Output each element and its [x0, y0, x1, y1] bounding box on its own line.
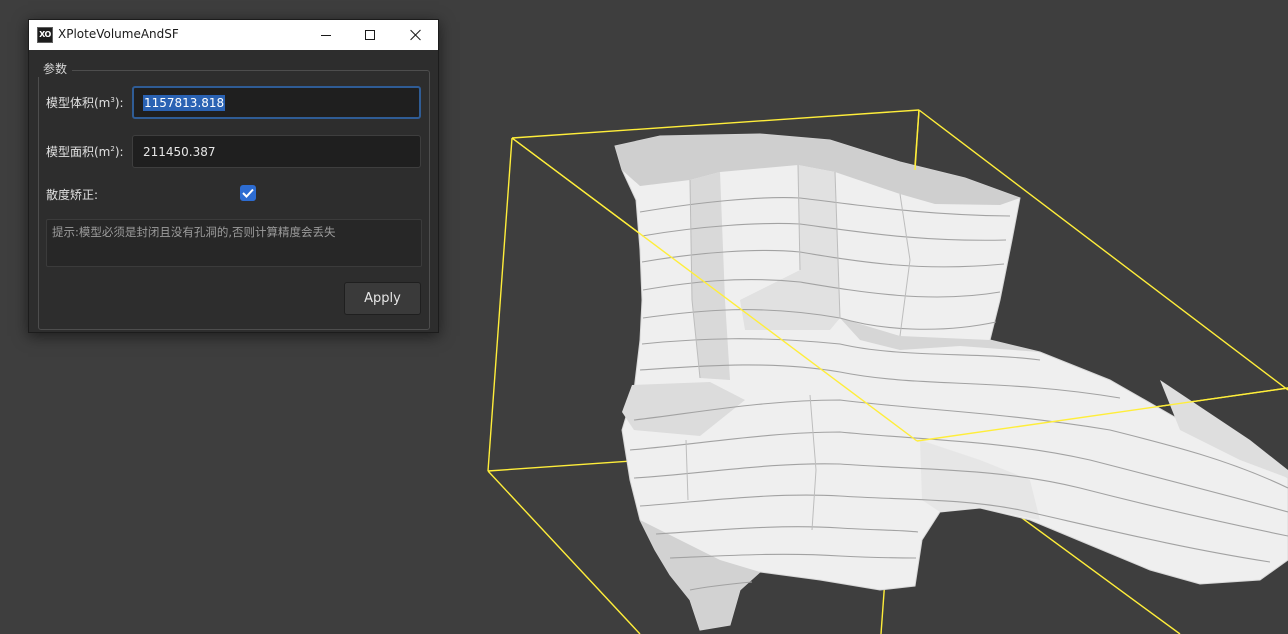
maximize-button[interactable] — [348, 20, 392, 50]
volume-value[interactable]: 1157813.818 — [143, 95, 226, 111]
close-button[interactable] — [394, 20, 438, 50]
window-title: XPloteVolumeAndSF — [58, 27, 179, 41]
dialog-window: XO XPloteVolumeAndSF 参数 模型体积(m3): 115781… — [28, 19, 439, 333]
area-label-text: 模型面积(m — [46, 145, 111, 159]
apply-button[interactable]: Apply — [344, 282, 421, 315]
group-title: 参数 — [38, 60, 73, 77]
close-icon — [410, 29, 422, 41]
correction-label: 散度矫正: — [46, 188, 99, 202]
title-bar[interactable]: XO XPloteVolumeAndSF — [29, 20, 438, 50]
maximize-icon — [365, 30, 375, 40]
area-field[interactable] — [132, 135, 421, 168]
checkmark-icon — [242, 188, 254, 198]
correction-checkbox[interactable] — [240, 185, 256, 201]
area-label-tail: ): — [114, 145, 124, 159]
minimize-button[interactable] — [304, 20, 348, 50]
app-icon: XO — [37, 27, 53, 43]
area-label: 模型面积(m2): — [46, 143, 124, 160]
volume-label: 模型体积(m3): — [46, 94, 124, 111]
volume-label-text: 模型体积(m — [46, 96, 111, 110]
hint-text: 提示:模型必须是封闭且没有孔洞的,否则计算精度会丢失 — [46, 219, 422, 267]
minimize-icon — [321, 34, 331, 36]
volume-label-tail: ): — [114, 96, 124, 110]
